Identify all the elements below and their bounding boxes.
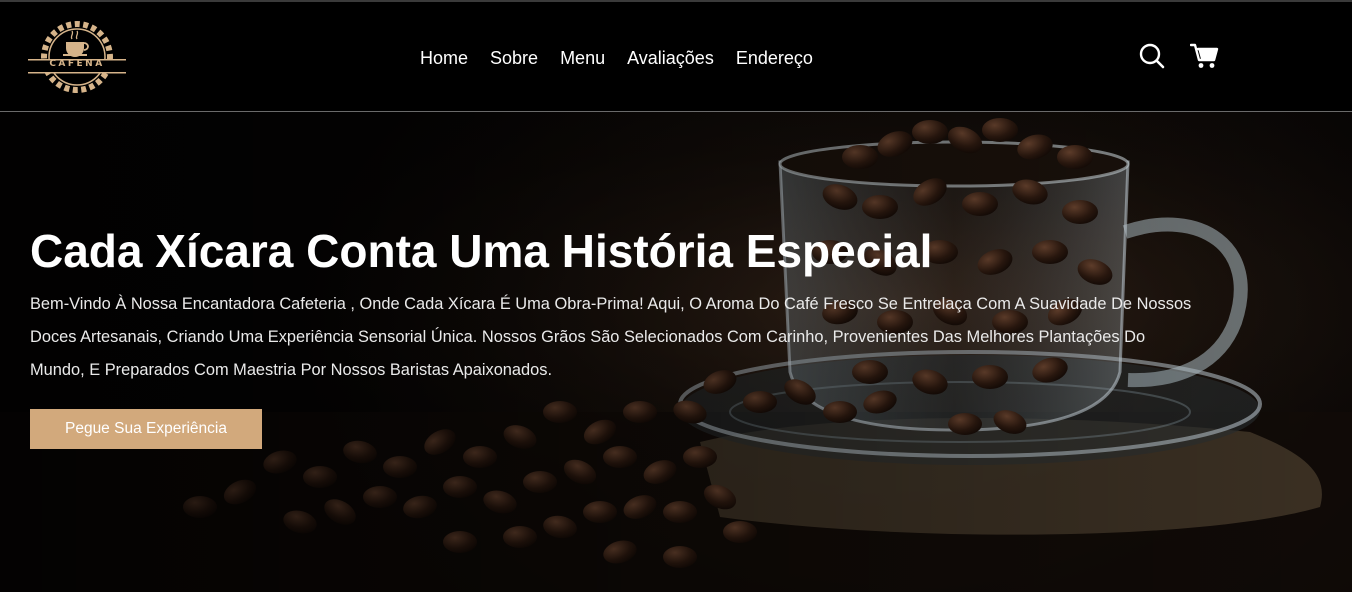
nav-link-avaliacoes[interactable]: Avaliações bbox=[627, 46, 714, 70]
main-nav: Home Sobre Menu Avaliações Endereço bbox=[420, 46, 813, 70]
header-actions bbox=[1138, 42, 1220, 75]
get-experience-button[interactable]: Pegue Sua Experiência bbox=[30, 409, 262, 449]
hero-section: Cada Xícara Conta Uma História Especial … bbox=[0, 112, 1352, 592]
cafena-logo[interactable]: CAFENA bbox=[28, 16, 126, 98]
nav-link-endereco[interactable]: Endereço bbox=[736, 46, 813, 70]
nav-link-home[interactable]: Home bbox=[420, 46, 468, 70]
nav-link-menu[interactable]: Menu bbox=[560, 46, 605, 70]
hero-description: Bem-Vindo À Nossa Encantadora Cafeteria … bbox=[30, 295, 1192, 379]
hero-title: Cada Xícara Conta Uma História Especial bbox=[30, 225, 933, 277]
site-header: CAFENA Home Sobre Menu Avaliações Endere… bbox=[0, 0, 1352, 112]
logo-emblem-icon bbox=[28, 21, 126, 93]
logo-text: CAFENA bbox=[49, 59, 105, 69]
cart-icon[interactable] bbox=[1189, 42, 1220, 75]
search-icon[interactable] bbox=[1138, 42, 1166, 75]
nav-link-sobre[interactable]: Sobre bbox=[490, 46, 538, 70]
page: CAFENA Home Sobre Menu Avaliações Endere… bbox=[0, 0, 1352, 592]
